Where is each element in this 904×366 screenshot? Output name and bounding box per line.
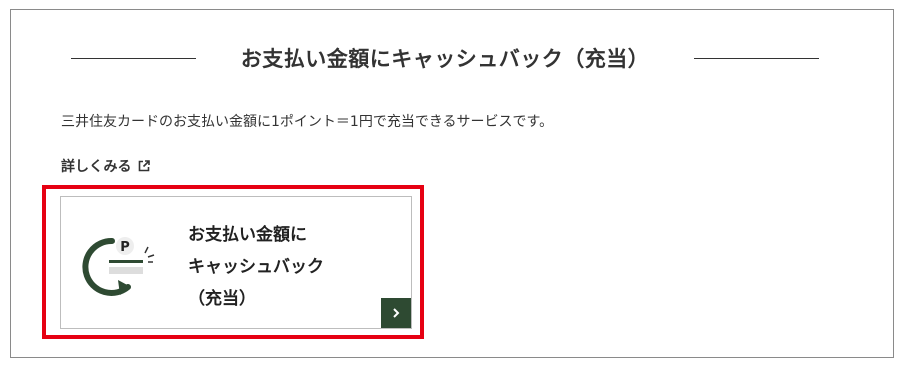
external-link-icon [138, 160, 150, 172]
points-cashback-icon: P [79, 229, 155, 299]
learn-more-label: 詳しくみる [61, 159, 132, 175]
card-title: お支払い金額に キャッシュバック （充当） [188, 219, 324, 315]
points-coin-letter: P [120, 240, 130, 255]
chevron-right-icon [393, 308, 400, 318]
card-title-line-1: お支払い金額に [188, 225, 307, 245]
card-arrow-button[interactable] [381, 298, 411, 328]
section-heading: お支払い金額にキャッシュバック（充当） [71, 40, 819, 76]
heading-rule-right [694, 57, 819, 59]
card-title-line-3: （充当） [188, 289, 256, 309]
learn-more-link[interactable]: 詳しくみる [61, 156, 150, 176]
heading-rule-left [71, 57, 196, 59]
section-description: 三井住友カードのお支払い金額に1ポイント＝1円で充当できるサービスです。 [61, 114, 554, 130]
cashback-service-card[interactable]: P お支払い金額に キャッシュバック （充当） [60, 196, 412, 329]
card-title-line-2: キャッシュバック [188, 257, 324, 277]
section-title: お支払い金額にキャッシュバック（充当） [240, 47, 650, 71]
